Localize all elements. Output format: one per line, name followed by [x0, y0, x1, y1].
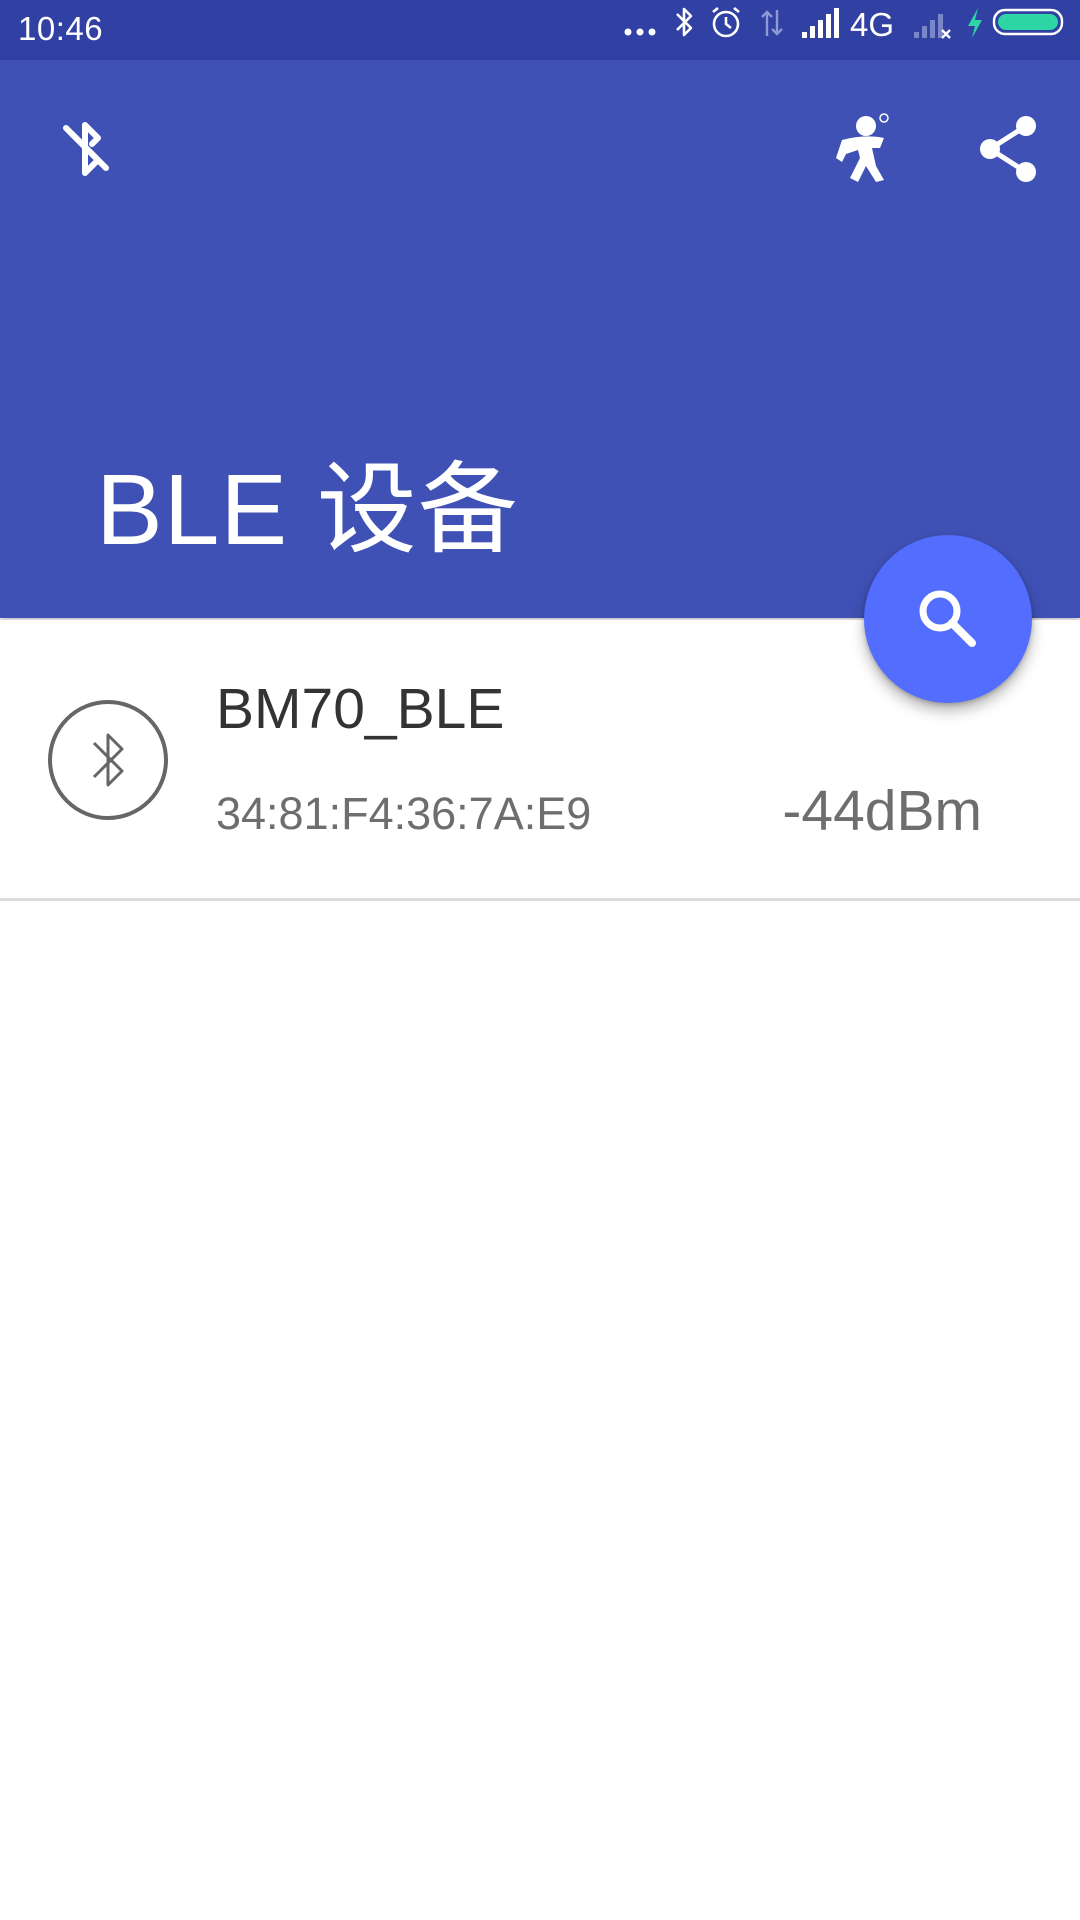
app-bar: BLE 设备	[0, 60, 1080, 618]
network-type: 4G	[850, 6, 895, 43]
signal-icon	[802, 8, 839, 38]
status-bar: 10:46 4G	[0, 0, 1080, 60]
bluetooth-icon	[676, 7, 693, 37]
device-name: BM70_BLE	[216, 677, 505, 741]
charging-icon	[968, 8, 982, 38]
person-icon	[836, 113, 889, 182]
bluetooth-disabled-icon	[63, 122, 109, 176]
page-title: BLE 设备	[96, 454, 519, 566]
share-icon	[980, 116, 1036, 182]
search-icon	[919, 590, 976, 647]
bluetooth-circle-icon	[48, 700, 168, 820]
alarm-icon	[712, 6, 740, 38]
profile-button[interactable]	[820, 104, 910, 194]
device-rssi: -44dBm	[782, 779, 982, 843]
battery-icon	[992, 8, 1064, 36]
device-address: 34:81:F4:36:7A:E9	[216, 788, 592, 839]
data-arrows-icon	[761, 10, 783, 36]
status-time: 10:46	[18, 10, 104, 47]
scan-button[interactable]	[864, 535, 1032, 703]
bluetooth-toggle-button[interactable]	[40, 104, 130, 194]
more-dots-icon	[624, 28, 656, 36]
share-button[interactable]	[964, 104, 1054, 194]
signal-no-sim-icon	[914, 14, 951, 39]
